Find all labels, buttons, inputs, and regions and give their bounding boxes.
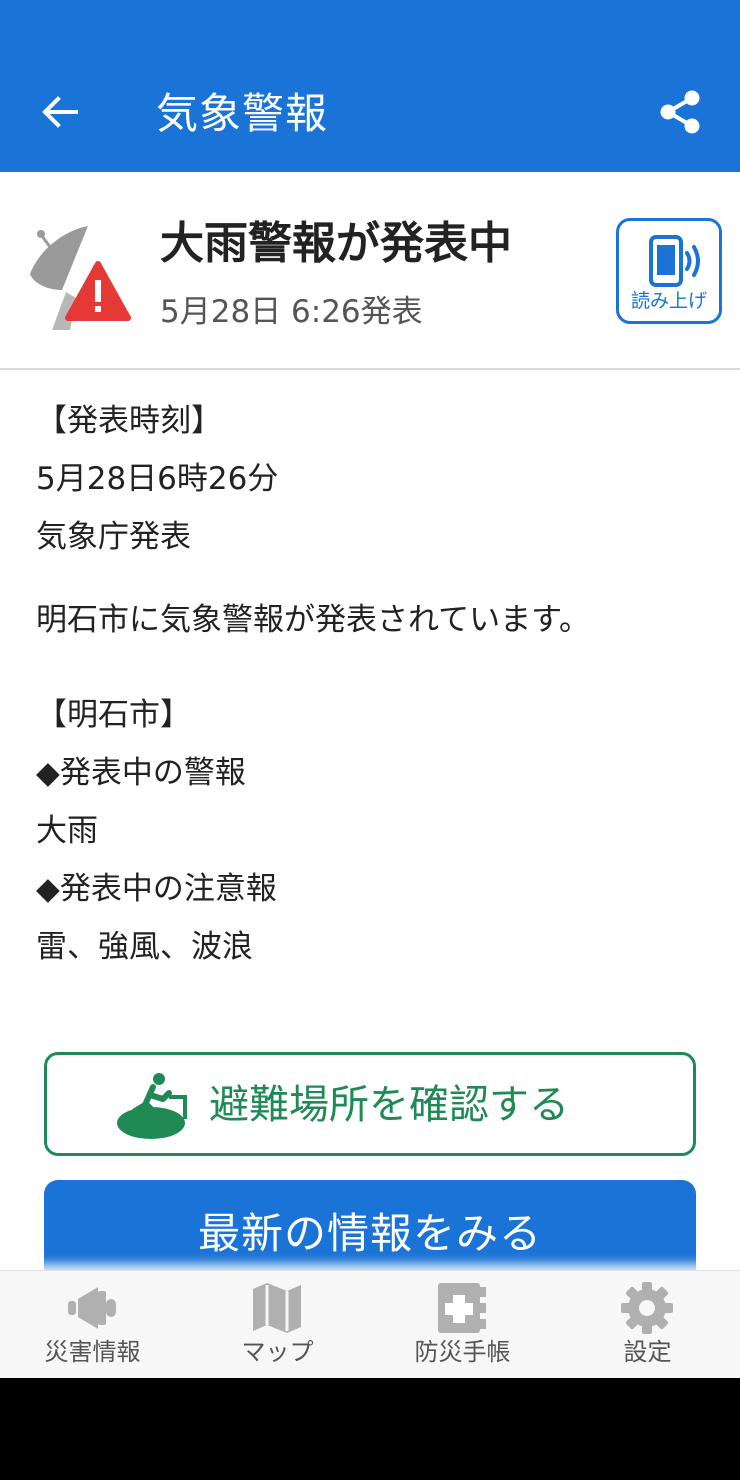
alert-issued-time: 5月28日 6:26発表 — [160, 294, 423, 330]
nav-item-disaster-info[interactable]: 災害情報 — [0, 1271, 185, 1378]
body-line: 5月28日6時26分 — [36, 461, 279, 497]
nav-label: マップ — [241, 1338, 314, 1366]
read-aloud-label: 読み上げ — [630, 290, 707, 312]
phone-speaker-icon — [649, 235, 700, 287]
share-button[interactable] — [650, 82, 710, 142]
bottom-nav: 災害情報 マップ 防災手帳 設定 — [0, 1270, 740, 1378]
alert-body: 【発表時刻】 5月28日6時26分 気象庁発表 明石市に気象警報が発表されていま… — [36, 392, 716, 976]
body-line: ◆発表中の警報 — [36, 755, 246, 791]
evacuation-exit-icon — [117, 1073, 187, 1139]
body-line: 【明石市】 — [36, 697, 191, 733]
alert-title: 大雨警報が発表中 — [160, 218, 512, 269]
check-evacuation-site-button[interactable]: 避難場所を確認する — [44, 1052, 696, 1156]
megaphone-icon — [68, 1287, 116, 1329]
arrow-left-icon — [42, 96, 78, 128]
body-line: ◆発表中の注意報 — [36, 871, 277, 907]
read-aloud-button[interactable]: 読み上げ — [616, 218, 722, 324]
nav-label: 災害情報 — [44, 1338, 141, 1366]
body-line: 明石市に気象警報が発表されています。 — [36, 602, 590, 638]
screen: 気象警報 大雨警報が発表中 5月28日 6:26発表 読み上げ 【発表時刻】 5… — [0, 0, 740, 1378]
back-button[interactable] — [30, 84, 90, 140]
body-line: 【発表時刻】 — [36, 403, 222, 439]
alert-header: 大雨警報が発表中 5月28日 6:26発表 読み上げ — [0, 172, 740, 370]
nav-item-map[interactable]: マップ — [185, 1271, 370, 1378]
nav-label: 防災手帳 — [414, 1338, 511, 1366]
nav-item-settings[interactable]: 設定 — [555, 1271, 740, 1378]
page-title: 気象警報 — [156, 89, 329, 138]
gear-icon — [621, 1282, 673, 1334]
nav-item-disaster-handbook[interactable]: 防災手帳 — [370, 1271, 555, 1378]
evacuation-button-label: 避難場所を確認する — [209, 1082, 569, 1128]
first-aid-book-icon — [438, 1283, 486, 1333]
app-bar: 気象警報 — [0, 0, 740, 172]
satellite-warning-icon — [30, 226, 131, 330]
body-line: 気象庁発表 — [36, 519, 191, 555]
nav-label: 設定 — [623, 1338, 672, 1366]
body-line: 雷、強風、波浪 — [36, 929, 253, 965]
body-line: 大雨 — [36, 813, 98, 849]
map-icon — [253, 1283, 301, 1333]
share-icon — [660, 90, 700, 134]
